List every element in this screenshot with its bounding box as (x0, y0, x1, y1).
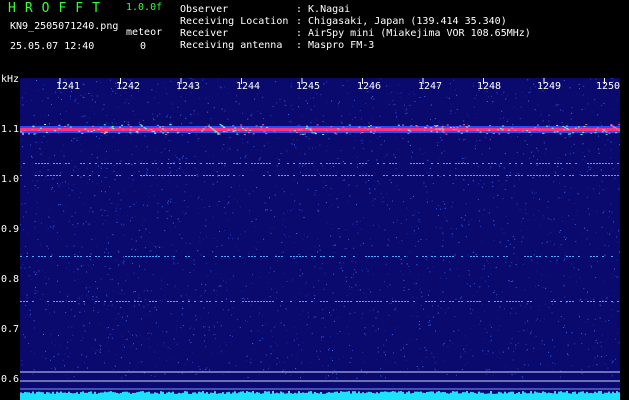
meteor-count: 0 (140, 41, 147, 52)
x-tick-label: 1246 (357, 81, 382, 92)
x-tick-label: 1244 (236, 81, 261, 92)
x-tick-label: 1249 (537, 81, 562, 92)
app-version: 1.0.0f (126, 2, 163, 13)
antenna-value: : Maspro FM-3 (296, 40, 375, 51)
y-axis-unit: kHz (1, 74, 20, 85)
x-tick-label: 1250 (596, 81, 621, 92)
x-tick-label: 1245 (296, 81, 321, 92)
x-tick-label: 1248 (477, 81, 502, 92)
antenna-label: Receiving antenna (180, 40, 283, 51)
x-tick-label: 1243 (176, 81, 201, 92)
y-tick-label: 0.6 (1, 374, 20, 385)
spectrogram-plot (20, 78, 620, 400)
spectrogram-canvas (20, 78, 620, 400)
header-panel: HROFFT 1.0.0f KN9_2505071240.png 25.05.0… (0, 0, 629, 78)
x-tick-label: 1241 (56, 81, 81, 92)
meteor-label: meteor (126, 27, 163, 38)
location-label: Receiving Location (180, 16, 289, 27)
x-tick-label: 1247 (418, 81, 443, 92)
file-name: KN9_2505071240.png (10, 21, 119, 32)
receiver-label: Receiver (180, 28, 229, 39)
record-datetime: 25.05.07 12:40 (10, 41, 95, 52)
location-value: : Chigasaki, Japan (139.414 35.340) (296, 16, 507, 27)
observer-value: : K.Nagai (296, 4, 351, 15)
x-tick-label: 1242 (116, 81, 141, 92)
y-tick-label: 0.7 (1, 324, 20, 335)
y-tick-label: 1.1 (1, 124, 20, 135)
app-logo: HROFFT (8, 1, 109, 16)
y-tick-label: 1.0 (1, 174, 20, 185)
y-tick-label: 0.9 (1, 224, 20, 235)
receiver-value: : AirSpy mini (Miakejima VOR 108.65MHz) (296, 28, 531, 39)
observer-label: Observer (180, 4, 229, 15)
y-tick-label: 0.8 (1, 274, 20, 285)
